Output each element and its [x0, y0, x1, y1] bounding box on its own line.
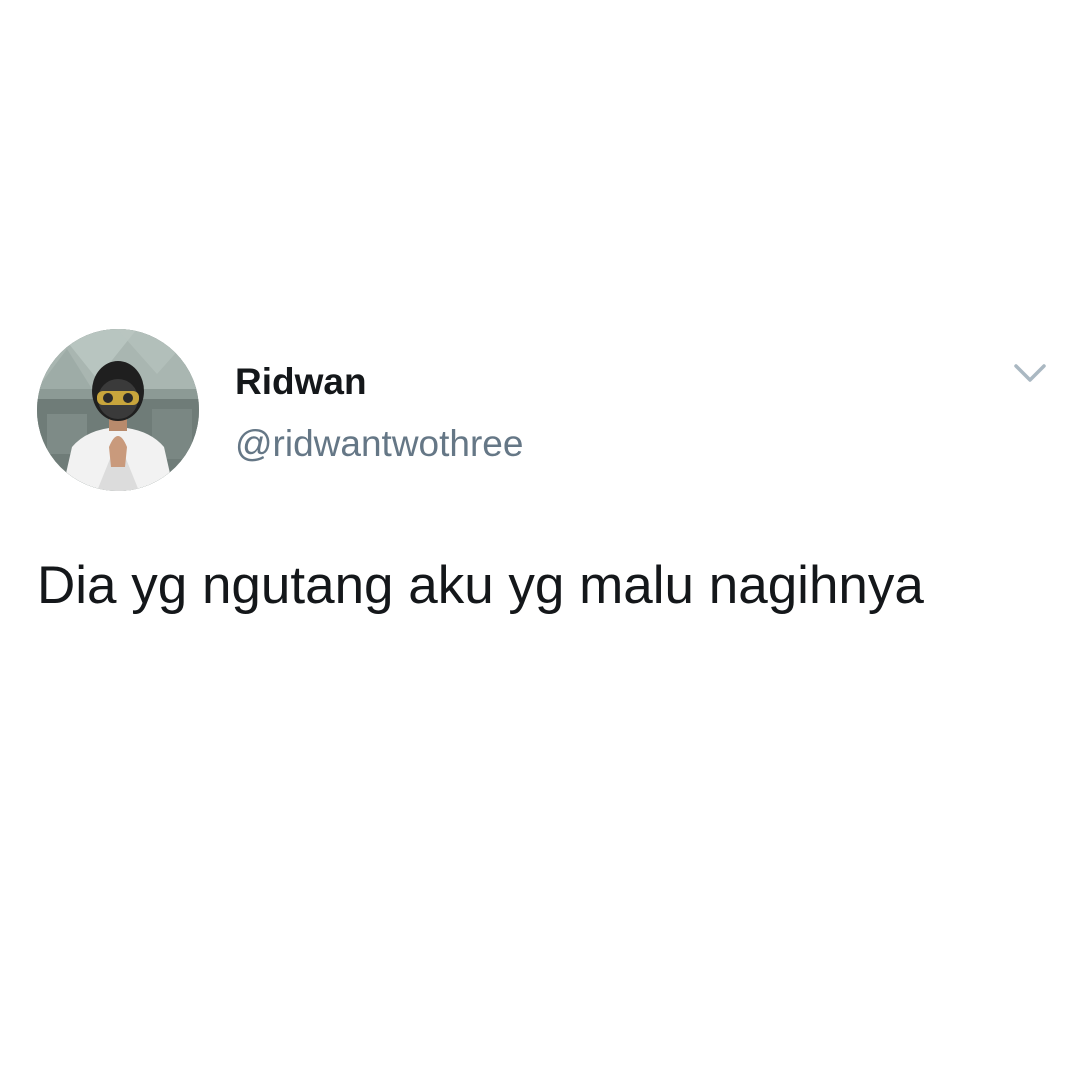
author-handle[interactable]: @ridwantwothree — [235, 422, 523, 466]
avatar-photo — [37, 329, 199, 491]
tweet-text: Dia yg ngutang aku yg malu nagihnya — [37, 556, 924, 615]
author-display-name[interactable]: Ridwan — [235, 360, 367, 404]
tweet-card: Ridwan @ridwantwothree Dia yg ngutang ak… — [0, 0, 1080, 1080]
tweet-menu-button[interactable] — [1010, 358, 1050, 388]
screenshot-canvas: Ridwan @ridwantwothree Dia yg ngutang ak… — [0, 0, 1080, 1080]
avatar[interactable] — [37, 329, 199, 491]
chevron-down-icon — [1014, 364, 1046, 382]
